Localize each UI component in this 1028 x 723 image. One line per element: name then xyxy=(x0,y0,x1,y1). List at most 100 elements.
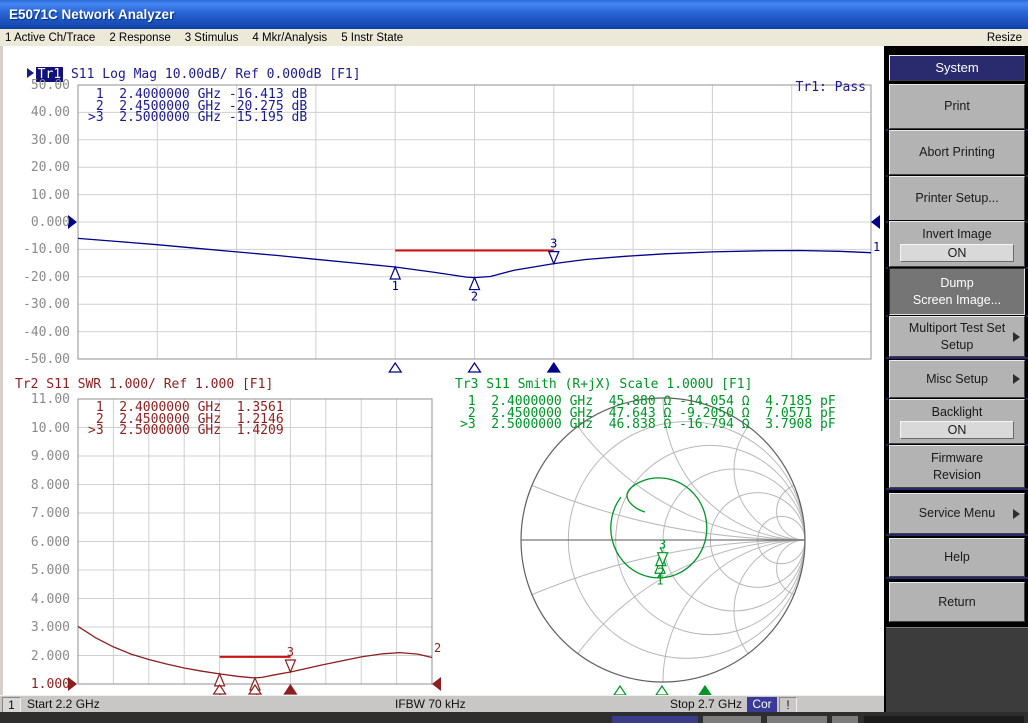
menu-item-4[interactable]: 4 Mkr/Analysis xyxy=(252,32,327,44)
if-bandwidth: IFBW 70 kHz xyxy=(395,697,466,712)
display-area: 12312312312 Tr1 S11 Log Mag 10.00dB/ Ref… xyxy=(0,46,884,695)
menu-item-2[interactable]: 2 Response xyxy=(109,32,170,44)
y-axis-tick: 9.000 xyxy=(2,450,70,463)
softkey-toggle-state[interactable]: ON xyxy=(900,244,1014,262)
trace3-label[interactable]: Tr3 xyxy=(455,377,478,392)
y-axis-tick: -10.00 xyxy=(2,243,70,256)
softkey-backlight[interactable]: BacklightON xyxy=(889,399,1025,444)
alert-indicator: ! xyxy=(779,697,797,713)
window-title: E5071C Network Analyzer xyxy=(9,7,174,22)
softkey-label: Service Menu xyxy=(919,505,995,521)
svg-text:3: 3 xyxy=(550,237,557,251)
marker-readout-row: >3 2.5000000 GHz 46.838 Ω -16.794 Ω 3.79… xyxy=(460,419,836,431)
trace3-header[interactable]: Tr3 S11 Smith (R+jX) Scale 1.000U [F1] xyxy=(455,376,752,392)
taskbar-clock-fragment xyxy=(864,716,1024,723)
softkey-label: Abort Printing xyxy=(919,144,995,160)
svg-text:3: 3 xyxy=(659,538,666,552)
submenu-arrow-icon xyxy=(1013,374,1020,384)
softkey-abort-printing[interactable]: Abort Printing xyxy=(889,130,1025,175)
trace2-label[interactable]: Tr2 xyxy=(15,377,38,392)
y-axis-tick: -50.00 xyxy=(2,353,70,366)
svg-text:1: 1 xyxy=(392,279,399,293)
menu-bar: 1 Active Ch/Trace 2 Response 3 Stimulus 4 M… xyxy=(0,29,1028,47)
y-axis-tick: -30.00 xyxy=(2,298,70,311)
marker-readout-row: >3 2.5000000 GHz 1.4209 xyxy=(88,425,284,437)
y-axis-tick: 2.000 xyxy=(2,650,70,663)
y-axis-tick: 30.00 xyxy=(2,134,70,147)
softkey-label: Invert Image xyxy=(922,226,991,242)
instrument-screen: E5071C Network Analyzer 1 Active Ch/Trac… xyxy=(0,0,1028,723)
marker-1[interactable] xyxy=(390,267,400,279)
y-axis-tick: 11.00 xyxy=(2,393,70,406)
softkey-dump[interactable]: DumpScreen Image... xyxy=(889,268,1025,315)
softkey-label: Print xyxy=(944,98,970,114)
softkey-printer-setup[interactable]: Printer Setup... xyxy=(889,176,1025,221)
softkey-return[interactable]: Return xyxy=(889,582,1025,622)
trace3-params: S11 Smith (R+jX) Scale 1.000U [F1] xyxy=(478,377,752,392)
softkey-misc-setup[interactable]: Misc Setup xyxy=(889,360,1025,398)
marker-2[interactable] xyxy=(470,278,480,290)
cropped-taskbar xyxy=(0,712,1028,723)
softkey-print[interactable]: Print xyxy=(889,84,1025,129)
softkey-service-menu[interactable]: Service Menu xyxy=(889,493,1025,534)
y-axis-tick: -20.00 xyxy=(2,271,70,284)
marker-3[interactable] xyxy=(549,252,559,264)
softkey-invert-image[interactable]: Invert Image ON xyxy=(889,221,1025,267)
softkey-separator xyxy=(886,488,1028,490)
trace1-graticule xyxy=(78,85,871,359)
resize-button[interactable]: Resize xyxy=(987,30,1022,46)
display-left-frame xyxy=(0,46,3,712)
start-frequency: Start 2.2 GHz xyxy=(27,697,100,712)
softkey-menu-title: System xyxy=(889,55,1025,81)
taskbar-fragment xyxy=(832,716,858,723)
stimulus-marker-1[interactable] xyxy=(614,686,626,695)
smith-chart-graticule xyxy=(95,46,884,695)
menu-items: 1 Active Ch/Trace 2 Response 3 Stimulus 4 M… xyxy=(5,29,403,46)
y-axis-tick: 6.000 xyxy=(2,536,70,549)
stimulus-marker-2[interactable] xyxy=(469,363,481,372)
menu-item-1[interactable]: 1 Active Ch/Trace xyxy=(5,32,95,44)
softkey-help[interactable]: Help xyxy=(889,538,1025,577)
softkey-label: Misc Setup xyxy=(926,371,988,387)
menu-item-5[interactable]: 5 Instr State xyxy=(341,32,403,44)
y-axis-tick: 8.000 xyxy=(2,479,70,492)
softkey-multiport-test-set[interactable]: Multiport Test SetSetup xyxy=(889,316,1025,357)
stop-frequency: Stop 2.7 GHz xyxy=(670,697,742,712)
softkey-menu-lower-fill xyxy=(886,627,1028,713)
y-axis-tick: 50.00 xyxy=(2,79,70,92)
stimulus-marker-2[interactable] xyxy=(656,686,668,695)
trace2-header[interactable]: Tr2 S11 SWR 1.000/ Ref 1.000 [F1] xyxy=(15,376,273,392)
graticule-and-traces: 12312312312 xyxy=(0,46,884,695)
stimulus-marker-1[interactable] xyxy=(389,363,401,372)
trace1-marker-readout: 1 2.4000000 GHz -16.413 dB 2 2.4500000 G… xyxy=(88,89,307,124)
softkey-toggle-state[interactable]: ON xyxy=(900,421,1014,439)
marker-3[interactable] xyxy=(285,660,295,672)
softkey-label: Dump xyxy=(940,275,973,291)
y-axis-tick: 1.000 xyxy=(2,678,70,691)
svg-text:3: 3 xyxy=(287,645,294,659)
taskbar-fragment xyxy=(767,716,827,723)
softkey-label: Screen Image... xyxy=(913,292,1001,308)
stimulus-marker-3[interactable] xyxy=(548,363,560,372)
y-axis-tick: -40.00 xyxy=(2,326,70,339)
submenu-arrow-icon xyxy=(1013,332,1020,342)
stimulus-marker-3[interactable] xyxy=(284,685,296,694)
stimulus-marker-3[interactable] xyxy=(699,686,711,695)
softkey-label: Backlight xyxy=(932,404,983,420)
trace2-ref-arrow-right[interactable] xyxy=(432,677,441,691)
trace1-ref-arrow-right[interactable] xyxy=(871,215,880,229)
softkey-label: Setup xyxy=(941,337,974,353)
y-axis-tick: 20.00 xyxy=(2,161,70,174)
trace3-marker-readout: 1 2.4000000 GHz 45.880 Ω -14.054 Ω 4.718… xyxy=(460,396,836,431)
softkey-label: Help xyxy=(944,549,970,565)
y-axis-tick: 0.000 xyxy=(2,216,70,229)
softkey-firmware[interactable]: FirmwareRevision xyxy=(889,445,1025,488)
taskbar-fragment xyxy=(703,716,761,723)
menu-item-3[interactable]: 3 Stimulus xyxy=(185,32,239,44)
svg-text:2: 2 xyxy=(471,290,478,304)
y-axis-tick: 4.000 xyxy=(2,593,70,606)
submenu-arrow-icon xyxy=(1013,509,1020,519)
softkey-separator xyxy=(886,577,1028,579)
channel-number: 1 xyxy=(2,697,21,713)
y-axis-tick: 10.00 xyxy=(2,189,70,202)
